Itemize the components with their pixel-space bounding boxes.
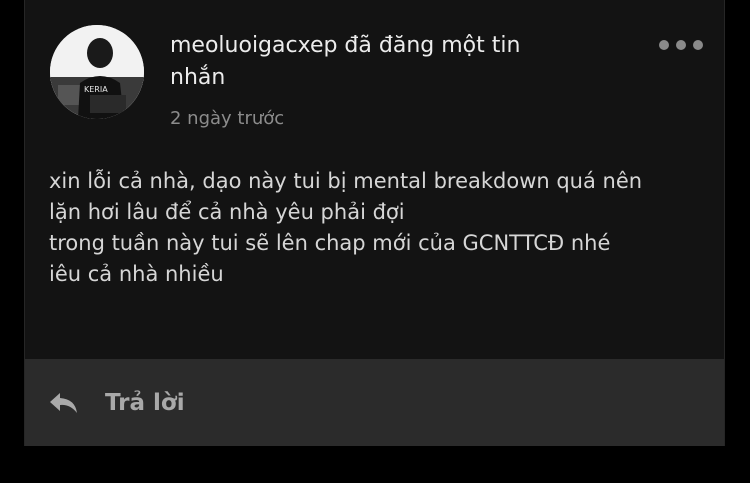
- post-header: meoluoigacxep đã đăng một tin nhắn: [170, 33, 521, 90]
- reply-arrow-icon: [49, 391, 79, 415]
- message-line: xin lỗi cả nhà, dạo này tui bị mental br…: [49, 169, 643, 193]
- message-card: KERIA meoluoigacxep đã đăng một tin nhắn…: [24, 0, 725, 446]
- message-line: lặn hơi lâu để cả nhà yêu phải đợi: [49, 200, 405, 224]
- post-timestamp: 2 ngày trước: [170, 108, 285, 129]
- more-options-button[interactable]: [659, 34, 703, 56]
- more-dot: [676, 40, 686, 50]
- message-line: trong tuần này tui sẽ lên chap mới của G…: [49, 231, 611, 255]
- reply-label: Trả lời: [105, 389, 185, 416]
- more-horizontal-icon: [659, 40, 669, 50]
- avatar-jersey-text: KERIA: [84, 85, 108, 94]
- reply-button[interactable]: Trả lời: [25, 359, 724, 446]
- more-dot: [693, 40, 703, 50]
- avatar[interactable]: KERIA: [50, 25, 144, 119]
- message-body: xin lỗi cả nhà, dạo này tui bị mental br…: [49, 166, 709, 290]
- message-line: iêu cả nhà nhiều: [49, 262, 224, 286]
- avatar-image: KERIA: [50, 25, 144, 119]
